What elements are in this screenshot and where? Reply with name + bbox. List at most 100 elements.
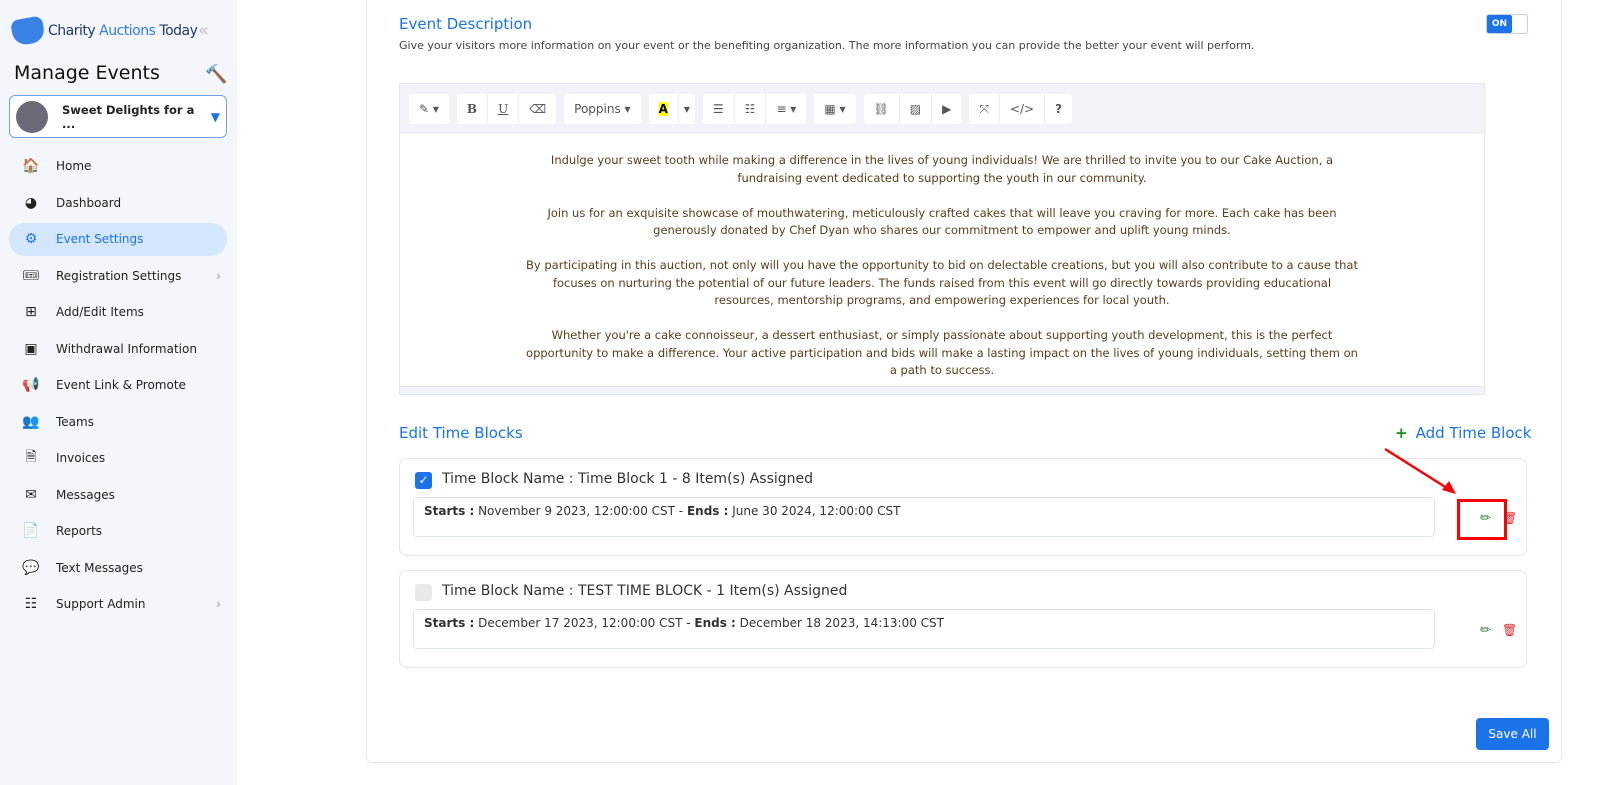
sidebar-item[interactable]: 📄 Reports <box>9 515 227 548</box>
trash-icon[interactable]: 🗑 <box>1502 623 1517 637</box>
time-block-dates: Starts : December 17 2023, 12:00:00 CST … <box>413 609 1435 649</box>
align-icon[interactable]: ≡ ▾ <box>766 94 806 124</box>
eraser-icon[interactable]: ⌫ <box>519 94 556 124</box>
content-paragraph: Indulge your sweet tooth while making a … <box>550 153 1334 185</box>
nav-icon: ✉ <box>25 486 37 503</box>
video-icon[interactable]: ▶ <box>932 94 961 124</box>
time-block-name: Time Block Name : TEST TIME BLOCK - 1 It… <box>442 583 848 599</box>
sidebar-item[interactable]: ⚙ Event Settings <box>9 223 227 256</box>
sidebar-item[interactable]: ✉ Messages <box>9 479 227 512</box>
sidebar-item[interactable]: 🗎 Invoices <box>9 442 227 475</box>
sidebar-item[interactable]: 👥 Teams <box>9 406 227 439</box>
sidebar-item-label: Dashboard <box>56 195 122 210</box>
content-paragraph: Whether you're a cake connoisseur, a des… <box>526 328 1358 377</box>
link-icon[interactable]: ⛓ <box>864 94 900 124</box>
nav-icon: 📄 <box>22 523 40 540</box>
code-view-icon[interactable]: </> <box>1000 94 1046 124</box>
annotation-arrow <box>1384 447 1456 494</box>
sidebar-item-label: Event Settings <box>56 232 144 247</box>
nav-icon: 🎟 <box>22 267 40 284</box>
style-magic-icon[interactable]: ✎ ▾ <box>409 94 449 124</box>
sidebar-item-label: Event Link & Promote <box>56 378 186 393</box>
sidebar-item[interactable]: ☷ Support Admin › <box>9 588 227 621</box>
sidebar-item[interactable]: 📢 Event Link & Promote <box>9 369 227 402</box>
fullscreen-icon[interactable]: ⤧ <box>969 94 1000 124</box>
time-block-card: ✓ Time Block Name : Time Block 1 - 8 Ite… <box>399 458 1527 556</box>
sidebar-item-label: Home <box>56 159 92 174</box>
sidebar-item[interactable]: 🏠 Home <box>9 150 227 183</box>
nav-icon: ▣ <box>24 340 38 357</box>
sidebar-item-label: Invoices <box>56 451 106 466</box>
sidebar-item[interactable]: ⊞ Add/Edit Items <box>9 296 227 329</box>
heart-logo-icon <box>9 15 47 47</box>
edit-time-blocks-title: Edit Time Blocks <box>399 424 523 442</box>
sidebar-item-label: Withdrawal Information <box>56 341 197 356</box>
sidebar-item-label: Text Messages <box>56 560 143 575</box>
event-avatar <box>16 100 48 133</box>
add-time-block-label: Add Time Block <box>1415 424 1532 442</box>
image-icon[interactable]: ▨ <box>900 94 933 124</box>
logo-text: Charity <box>48 23 96 39</box>
sidebar: Charity Auctions Today « Manage Events 🔨 S… <box>0 0 237 785</box>
time-block-checkbox[interactable]: ✓ <box>415 472 432 489</box>
logo[interactable]: Charity Auctions Today <box>9 15 198 47</box>
nav-icon: ☷ <box>24 596 38 613</box>
sidebar-item[interactable]: ▣ Withdrawal Information <box>9 333 227 366</box>
font-family-dropdown[interactable]: Poppins ▾ <box>564 94 640 124</box>
text-color-icon[interactable]: A <box>649 94 679 124</box>
sidebar-item-label: Support Admin <box>56 597 146 612</box>
nav-icon: ⊞ <box>25 304 37 321</box>
nav-icon: 🏠 <box>22 158 40 175</box>
editor-toolbar: ✎ ▾ B U ⌫ Poppins ▾ A ▾ ☰ ☷ ≡ ▾ ▦ ▾ ⛓ ▨ ▶ ⤧ </>? <box>400 84 1484 134</box>
underline-icon[interactable]: U <box>488 94 520 124</box>
nav-icon: ⚙ <box>24 231 38 248</box>
sidebar-item-label: Teams <box>56 414 94 429</box>
event-name: Sweet Delights for a ... <box>62 102 195 131</box>
logo-text: Today <box>159 23 198 39</box>
nav-icon: ◕ <box>24 194 38 211</box>
save-all-button[interactable]: Save All <box>1476 718 1549 750</box>
sidebar-item-label: Reports <box>56 524 103 539</box>
sidebar-item-label: Add/Edit Items <box>56 305 144 320</box>
sidebar-item-label: Messages <box>56 487 115 502</box>
unordered-list-icon[interactable]: ☰ <box>703 94 735 124</box>
time-block-dates: Starts : November 9 2023, 12:00:00 CST -… <box>413 497 1435 537</box>
logo-text: Auctions <box>99 23 156 39</box>
content-paragraph: By participating in this auction, not on… <box>526 258 1358 307</box>
sidebar-item-label: Registration Settings <box>56 268 182 283</box>
add-time-block-button[interactable]: + Add Time Block <box>1395 424 1531 442</box>
event-description-help: Give your visitors more information on y… <box>399 39 1255 52</box>
editor-content[interactable]: Indulge your sweet tooth while making a … <box>400 134 1484 380</box>
event-description-title: Event Description <box>399 15 533 33</box>
bold-icon[interactable]: B <box>457 94 489 124</box>
sidebar-item[interactable]: ◕ Dashboard <box>9 187 227 220</box>
color-dropdown-icon[interactable]: ▾ <box>679 94 695 124</box>
chevron-right-icon: › <box>216 597 221 612</box>
ordered-list-icon[interactable]: ☷ <box>735 94 767 124</box>
nav-icon: 🗎 <box>25 449 37 466</box>
time-block-card: Time Block Name : TEST TIME BLOCK - 1 It… <box>399 570 1527 668</box>
main-panel: Event Description Give your visitors mor… <box>366 0 1562 763</box>
chevron-right-icon: › <box>216 268 221 283</box>
font-name: Poppins <box>574 102 621 116</box>
sidebar-item[interactable]: 🎟 Registration Settings › <box>9 260 227 293</box>
description-toggle[interactable]: ON <box>1486 14 1528 34</box>
rich-text-editor[interactable]: ✎ ▾ B U ⌫ Poppins ▾ A ▾ ☰ ☷ ≡ ▾ ▦ ▾ ⛓ ▨ ▶ ⤧ </>?… <box>399 83 1485 395</box>
sidebar-item[interactable]: 💬 Text Messages <box>9 552 227 585</box>
toggle-label: ON <box>1487 15 1512 33</box>
caret-down-icon: ▼ <box>210 109 220 124</box>
plus-icon: + <box>1395 424 1408 442</box>
collapse-sidebar-icon[interactable]: « <box>198 20 209 41</box>
nav-icon: 💬 <box>22 559 40 576</box>
time-block-checkbox[interactable] <box>415 584 432 601</box>
edit-pencil-icon[interactable]: ✏ <box>1480 623 1491 638</box>
gavel-icon: 🔨 <box>205 64 228 85</box>
resize-handle[interactable] <box>400 386 1484 394</box>
table-icon[interactable]: ▦ ▾ <box>814 94 855 124</box>
sidebar-title: Manage Events <box>14 62 160 84</box>
help-icon[interactable]: ? <box>1045 94 1072 124</box>
sidebar-nav: 🏠 Home ◕ Dashboard ⚙ Event Settings 🎟 Registrat… <box>9 150 227 625</box>
nav-icon: 📢 <box>22 377 40 394</box>
event-selector[interactable]: Sweet Delights for a ... ▼ <box>9 95 227 138</box>
time-block-name: Time Block Name : Time Block 1 - 8 Item(… <box>442 471 814 487</box>
